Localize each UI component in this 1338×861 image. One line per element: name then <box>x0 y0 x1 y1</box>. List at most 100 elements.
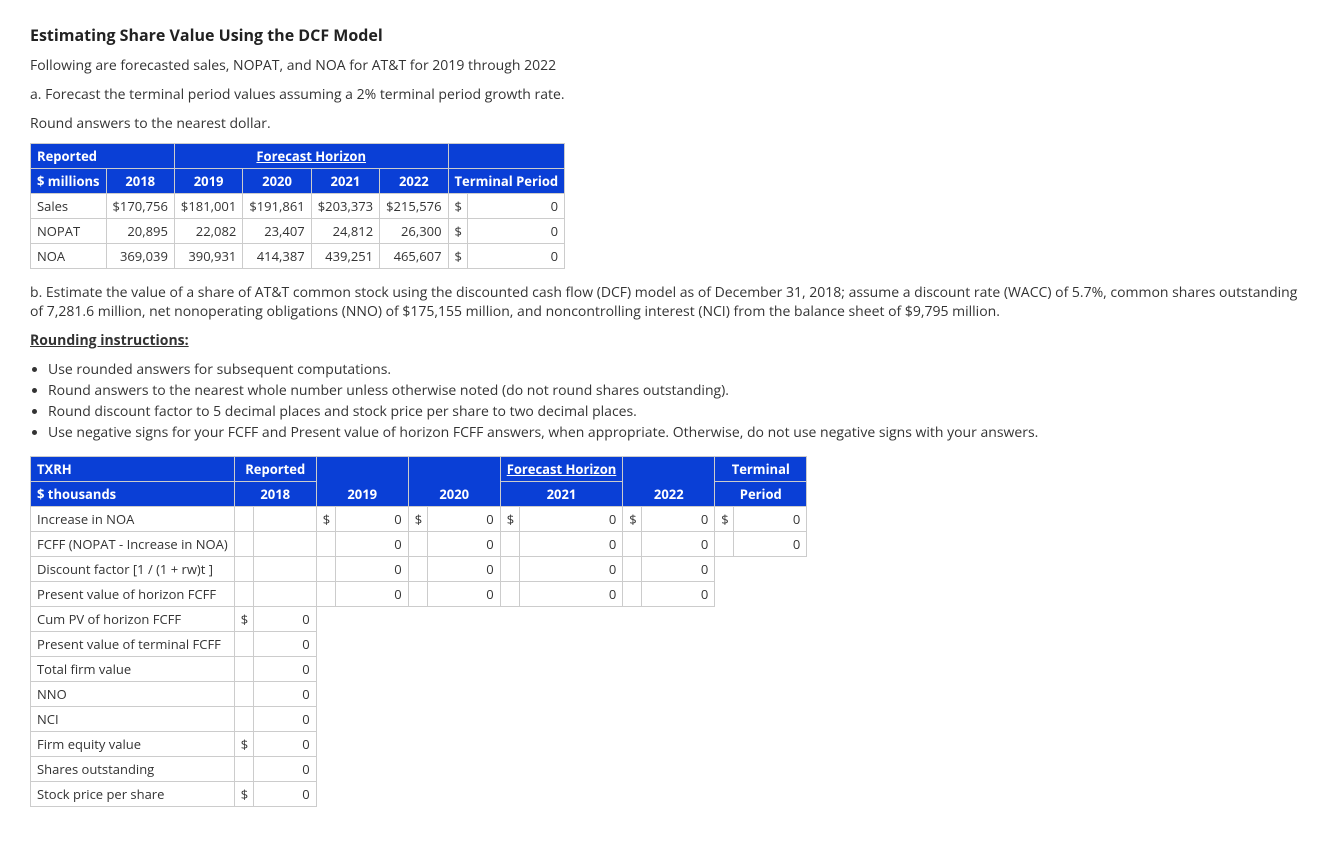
empty-cell <box>623 682 642 707</box>
dollar-sign <box>715 532 734 557</box>
value-input[interactable]: 0 <box>734 532 807 557</box>
t1-col-terminal: Terminal Period <box>448 169 565 194</box>
row-label: FCFF (NOPAT - Increase in NOA) <box>31 532 235 557</box>
t1-col-2021: 2021 <box>311 169 379 194</box>
value-input[interactable]: 0 <box>427 557 500 582</box>
row-label: Discount factor [1 / (1 + rw)t ] <box>31 557 235 582</box>
empty-cell <box>519 657 623 682</box>
empty-cell <box>408 732 427 757</box>
value-input[interactable]: 0 <box>519 557 623 582</box>
value-input[interactable]: 0 <box>734 507 807 532</box>
t2-hdr-reported: Reported <box>234 457 316 482</box>
empty-cell <box>500 607 519 632</box>
value-input[interactable]: 0 <box>642 557 715 582</box>
value-input[interactable]: 0 <box>253 782 316 807</box>
dollar-sign <box>234 557 253 582</box>
row-label: Stock price per share <box>31 782 235 807</box>
dollar-sign: $ <box>408 507 427 532</box>
row-label: Total firm value <box>31 657 235 682</box>
value-input[interactable]: 0 <box>519 582 623 607</box>
value-input[interactable]: 0 <box>253 632 316 657</box>
table-row: NOPAT20,89522,08223,40724,81226,300$0 <box>31 219 565 244</box>
value-input[interactable]: 0 <box>335 507 408 532</box>
empty-cell <box>335 757 408 782</box>
empty-cell <box>623 782 642 807</box>
reported-cell <box>253 582 316 607</box>
value-input[interactable]: 0 <box>519 532 623 557</box>
row-label: NNO <box>31 682 235 707</box>
value-input[interactable]: 0 <box>253 707 316 732</box>
value-input[interactable]: 0 <box>253 657 316 682</box>
empty-cell <box>316 607 335 632</box>
t2-hdr-2019: 2019 <box>316 457 408 507</box>
terminal-input[interactable]: 0 <box>467 194 565 219</box>
table-row: Sales$170,756$181,001$191,861$203,373$21… <box>31 194 565 219</box>
value-input[interactable]: 0 <box>427 582 500 607</box>
empty-cell <box>316 782 335 807</box>
empty-cell <box>500 782 519 807</box>
empty-cell <box>734 782 807 807</box>
empty-cell <box>623 632 642 657</box>
value-input[interactable]: 0 <box>642 507 715 532</box>
ri-item: Use rounded answers for subsequent compu… <box>48 360 1308 379</box>
value-input[interactable]: 0 <box>253 757 316 782</box>
empty-cell <box>519 682 623 707</box>
empty-cell <box>715 682 734 707</box>
value-input[interactable]: 0 <box>519 507 623 532</box>
dollar-sign <box>234 757 253 782</box>
empty-cell <box>715 782 734 807</box>
value-input[interactable]: 0 <box>335 557 408 582</box>
row-label: Shares outstanding <box>31 757 235 782</box>
empty-cell <box>427 757 500 782</box>
empty-cell <box>734 657 807 682</box>
value-input <box>734 557 807 582</box>
cell-value: $215,576 <box>380 194 448 219</box>
empty-cell <box>715 607 734 632</box>
value-input[interactable]: 0 <box>642 532 715 557</box>
value-input[interactable]: 0 <box>253 607 316 632</box>
empty-cell <box>734 632 807 657</box>
empty-cell <box>500 757 519 782</box>
value-input[interactable]: 0 <box>427 532 500 557</box>
terminal-input[interactable]: 0 <box>467 244 565 269</box>
dollar-sign <box>234 632 253 657</box>
dollar-sign <box>623 557 642 582</box>
value-input[interactable]: 0 <box>253 732 316 757</box>
value-input[interactable]: 0 <box>642 582 715 607</box>
dollar-sign <box>234 707 253 732</box>
empty-cell <box>427 682 500 707</box>
t1-hdr-terminal-blank <box>448 144 565 169</box>
empty-cell <box>500 657 519 682</box>
cell-value: 439,251 <box>311 244 379 269</box>
value-input[interactable]: 0 <box>253 682 316 707</box>
value-input[interactable]: 0 <box>335 532 408 557</box>
row-label: Cum PV of horizon FCFF <box>31 607 235 632</box>
ri-item: Use negative signs for your FCFF and Pre… <box>48 423 1308 442</box>
empty-cell <box>500 682 519 707</box>
empty-cell <box>335 732 408 757</box>
rounding-instructions-title: Rounding instructions: <box>30 331 1308 350</box>
value-input[interactable]: 0 <box>427 507 500 532</box>
t1-col-2022: 2022 <box>380 169 448 194</box>
table-row: Stock price per share$0 <box>31 782 807 807</box>
table-row: NCI0 <box>31 707 807 732</box>
dcf-table: TXRH Reported 2019 2020 Forecast Horizon… <box>30 456 807 807</box>
row-label: Increase in NOA <box>31 507 235 532</box>
dollar-sign <box>234 532 253 557</box>
t1-col-2019: 2019 <box>174 169 242 194</box>
dollar-sign <box>234 507 253 532</box>
intro-text: Following are forecasted sales, NOPAT, a… <box>30 56 1308 75</box>
dollar-sign <box>234 582 253 607</box>
row-label: NOPAT <box>31 219 107 244</box>
table-row: Present value of horizon FCFF0000 <box>31 582 807 607</box>
reported-cell <box>253 532 316 557</box>
empty-cell <box>408 682 427 707</box>
dollar-sign: $ <box>234 732 253 757</box>
t1-col-2020: 2020 <box>243 169 311 194</box>
value-input[interactable]: 0 <box>335 582 408 607</box>
row-label: Present value of horizon FCFF <box>31 582 235 607</box>
empty-cell <box>642 607 715 632</box>
empty-cell <box>734 732 807 757</box>
terminal-input[interactable]: 0 <box>467 219 565 244</box>
row-label: NOA <box>31 244 107 269</box>
